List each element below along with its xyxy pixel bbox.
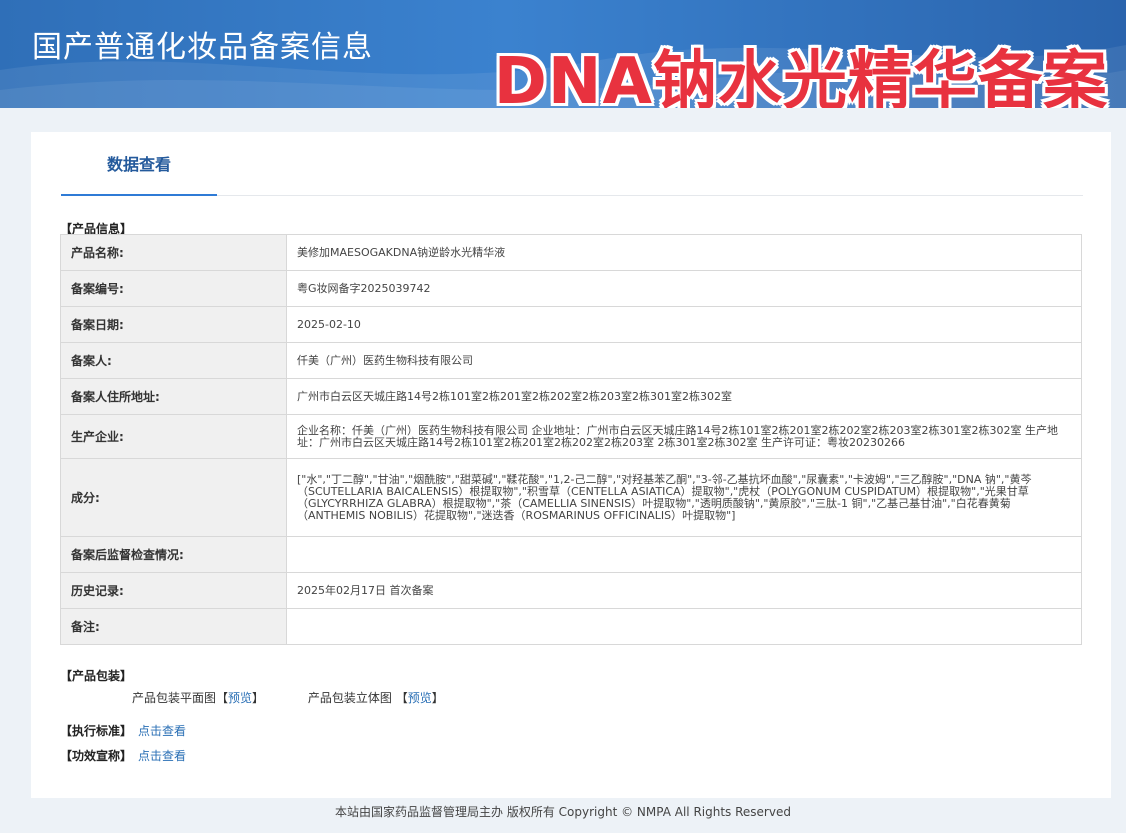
row-value: 2025年02月17日 首次备案 — [286, 572, 1082, 609]
row-value: 2025-02-10 — [286, 306, 1082, 343]
packaging-flat-item: 产品包装平面图【预览】 — [132, 689, 264, 706]
table-row: 备案日期: 2025-02-10 — [60, 306, 1082, 343]
efficacy-line: 【功效宣称】 点击查看 — [60, 747, 186, 764]
standard-label: 【执行标准】 — [60, 724, 133, 738]
packaging-heading: 【产品包装】 — [60, 669, 133, 683]
site-header: 国产普通化妆品备案信息 DNA钠水光精华备案 — [0, 0, 1126, 108]
packaging-row: 产品包装平面图【预览】 产品包装立体图 【预览】 — [132, 689, 444, 706]
tab-data-view[interactable]: 数据查看 — [61, 132, 217, 196]
content-panel: 数据查看 【产品信息】 产品名称: 美修加MAESOGAKDNA钠逆龄水光精华液… — [31, 132, 1111, 798]
table-row: 备案人住所地址: 广州市白云区天城庄路14号2栋101室2栋201室2栋202室… — [60, 378, 1082, 415]
row-label: 成分: — [60, 458, 287, 537]
row-value: 美修加MAESOGAKDNA钠逆龄水光精华液 — [286, 234, 1082, 271]
table-row: 备案编号: 粤G妆网备字2025039742 — [60, 270, 1082, 307]
table-row: 历史记录: 2025年02月17日 首次备案 — [60, 572, 1082, 609]
table-row: 成分: ["水","丁二醇","甘油","烟酰胺","甜菜碱","鞣花酸","1… — [60, 458, 1082, 537]
row-label: 备注: — [60, 608, 287, 645]
footer-copyright: 本站由国家药品监督管理局主办 版权所有 Copyright © NMPA All… — [335, 805, 791, 819]
row-value — [286, 608, 1082, 645]
bracket-close: 】 — [252, 691, 265, 705]
packaging-stereo-item: 产品包装立体图 【预览】 — [308, 689, 444, 706]
table-row: 备案后监督检查情况: — [60, 536, 1082, 573]
row-value: 仟美（广州）医药生物科技有限公司 — [286, 342, 1082, 379]
row-label: 历史记录: — [60, 572, 287, 609]
product-info-table: 产品名称: 美修加MAESOGAKDNA钠逆龄水光精华液 备案编号: 粤G妆网备… — [60, 234, 1082, 645]
bracket-open: 【 — [395, 691, 408, 705]
overlay-title: DNA钠水光精华备案 — [493, 45, 1108, 108]
row-label: 备案日期: — [60, 306, 287, 343]
preview-flat-link[interactable]: 预览 — [228, 691, 252, 705]
bracket-close: 】 — [431, 691, 444, 705]
row-label: 生产企业: — [60, 414, 287, 459]
packaging-flat-label: 产品包装平面图 — [132, 691, 217, 705]
efficacy-label: 【功效宣称】 — [60, 749, 133, 763]
row-value: 企业名称：仟美（广州）医药生物科技有限公司 企业地址：广州市白云区天城庄路14号… — [286, 414, 1082, 459]
table-row: 生产企业: 企业名称：仟美（广州）医药生物科技有限公司 企业地址：广州市白云区天… — [60, 414, 1082, 459]
row-label: 备案后监督检查情况: — [60, 536, 287, 573]
row-label: 备案人: — [60, 342, 287, 379]
tab-bar: 数据查看 — [61, 132, 1083, 196]
site-title: 国产普通化妆品备案信息 — [32, 30, 373, 65]
row-value: 粤G妆网备字2025039742 — [286, 270, 1082, 307]
row-value — [286, 536, 1082, 573]
efficacy-link[interactable]: 点击查看 — [138, 749, 186, 763]
row-label: 备案编号: — [60, 270, 287, 307]
standard-link[interactable]: 点击查看 — [138, 724, 186, 738]
table-row: 备案人: 仟美（广州）医药生物科技有限公司 — [60, 342, 1082, 379]
preview-stereo-link[interactable]: 预览 — [408, 691, 432, 705]
row-value: 广州市白云区天城庄路14号2栋101室2栋201室2栋202室2栋203室2栋3… — [286, 378, 1082, 415]
bracket-open: 【 — [216, 691, 229, 705]
packaging-stereo-label: 产品包装立体图 — [307, 691, 392, 705]
standard-line: 【执行标准】 点击查看 — [60, 722, 186, 739]
table-row: 备注: — [60, 608, 1082, 645]
table-row: 产品名称: 美修加MAESOGAKDNA钠逆龄水光精华液 — [60, 234, 1082, 271]
row-value: ["水","丁二醇","甘油","烟酰胺","甜菜碱","鞣花酸","1,2-己… — [286, 458, 1082, 537]
row-label: 产品名称: — [60, 234, 287, 271]
row-label: 备案人住所地址: — [60, 378, 287, 415]
